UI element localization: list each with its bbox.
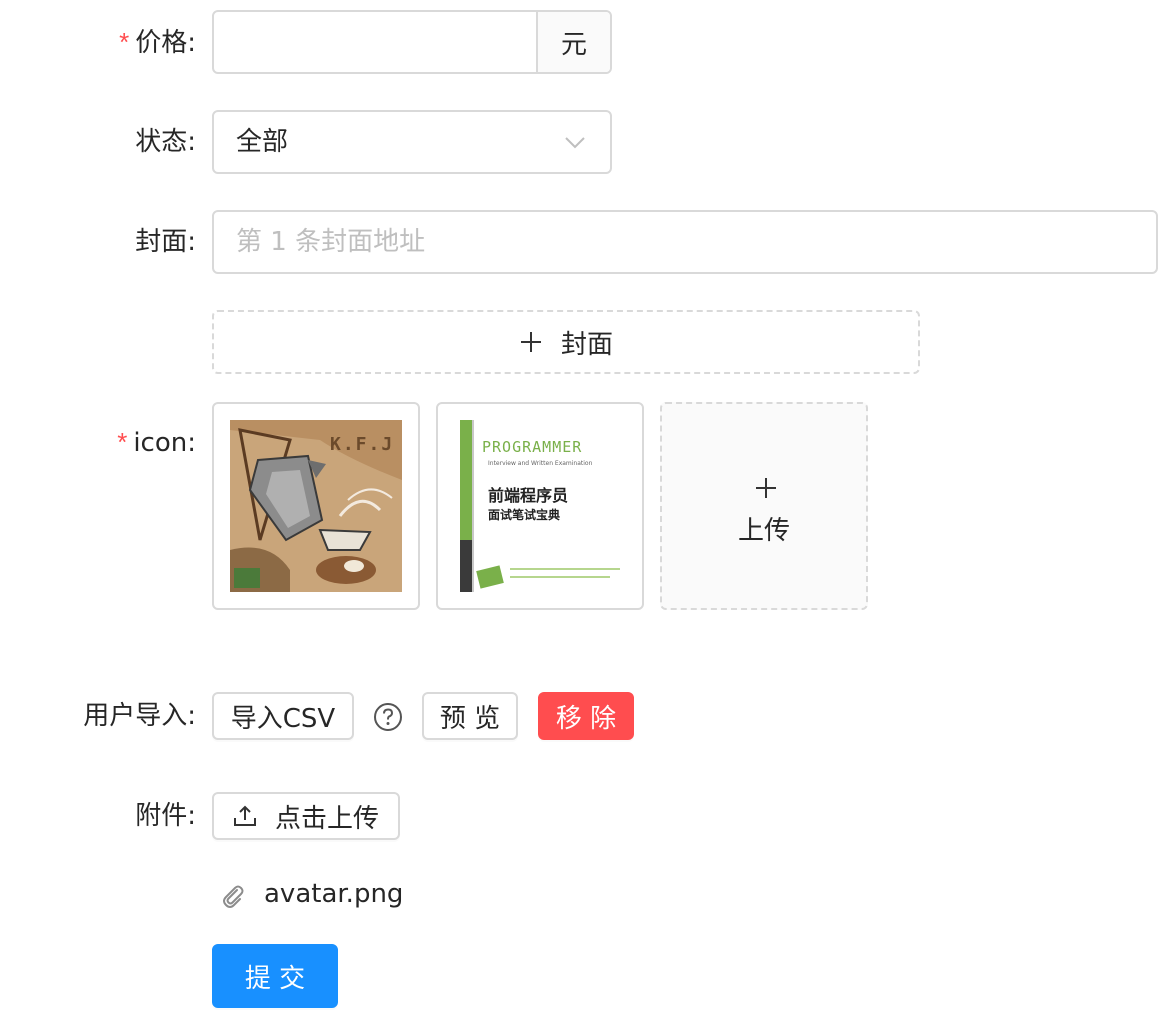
upload-image-label: 上传 bbox=[737, 516, 790, 546]
click-upload-label: 点击上传 bbox=[274, 803, 379, 834]
cover-url-input[interactable]: 第 1 条封面地址 bbox=[212, 210, 1158, 274]
required-mark: * bbox=[119, 27, 130, 57]
upload-image-button[interactable]: 上传 bbox=[660, 402, 868, 610]
attachment-file-item[interactable]: avatar.png bbox=[212, 874, 712, 916]
book-title-cn: 前端程序员 bbox=[488, 486, 569, 505]
add-cover-button[interactable]: 封面 bbox=[212, 310, 920, 374]
icon-label: * icon: bbox=[117, 427, 196, 458]
price-input[interactable] bbox=[214, 12, 534, 72]
remove-button[interactable]: 移 除 bbox=[538, 692, 634, 740]
attachment-file-name[interactable]: avatar.png bbox=[264, 876, 403, 912]
click-upload-button[interactable]: 点击上传 bbox=[212, 792, 400, 840]
upload-icon bbox=[233, 805, 256, 826]
plus-icon bbox=[520, 332, 541, 352]
book-cover-image: PROGRAMMER Interview and Written Examina… bbox=[454, 420, 626, 592]
chevron-down-icon bbox=[565, 137, 585, 149]
book-subtitle-en: Interview and Written Examination bbox=[488, 460, 593, 467]
question-circle-icon[interactable] bbox=[373, 702, 403, 732]
uploaded-image-2[interactable]: PROGRAMMER Interview and Written Examina… bbox=[436, 402, 644, 610]
status-select[interactable]: 全部 bbox=[212, 110, 612, 174]
coffee-image: K.F.J bbox=[230, 420, 402, 592]
status-selected-value: 全部 bbox=[236, 127, 289, 157]
attachment-label: 附件: bbox=[135, 801, 196, 831]
price-suffix: 元 bbox=[536, 12, 610, 72]
uploaded-image-1[interactable]: K.F.J bbox=[212, 402, 420, 610]
paperclip-icon bbox=[223, 885, 244, 908]
book-subtitle-cn: 面试笔试宝典 bbox=[488, 508, 561, 522]
required-mark: * bbox=[117, 427, 128, 457]
import-csv-button[interactable]: 导入CSV bbox=[212, 692, 354, 740]
plus-icon bbox=[756, 478, 776, 498]
book-title-en: PROGRAMMER bbox=[482, 438, 583, 456]
coffee-image-text: K.F.J bbox=[330, 434, 395, 455]
cover-url-placeholder: 第 1 条封面地址 bbox=[236, 227, 426, 257]
submit-button[interactable]: 提 交 bbox=[212, 944, 338, 1008]
status-label: 状态: bbox=[135, 127, 196, 157]
preview-button[interactable]: 预 览 bbox=[422, 692, 518, 740]
cover-label: 封面: bbox=[135, 227, 196, 257]
add-cover-label: 封面 bbox=[560, 329, 613, 360]
user-import-label: 用户导入: bbox=[83, 701, 196, 731]
price-label: * 价格: bbox=[119, 27, 196, 58]
price-input-group[interactable]: 元 bbox=[212, 10, 612, 74]
